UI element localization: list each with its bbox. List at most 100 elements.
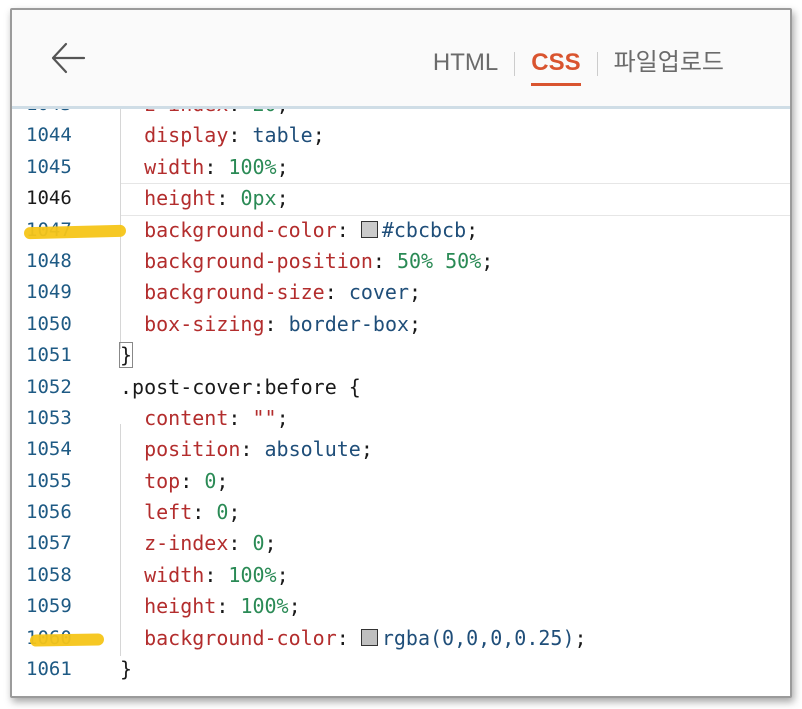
colon: : [240,437,265,462]
css-value: table [252,123,313,148]
colon: : [216,594,241,619]
semicolon: ; [216,468,229,493]
css-property: background-size [144,280,325,305]
semicolon: ; [276,405,289,430]
css-property: height [144,186,217,211]
code-line: 1051} [12,340,790,371]
code-text: top: 0; [120,466,228,497]
code-text: background-size: cover; [120,277,421,308]
closing-brace: } [118,342,134,369]
back-arrow-icon[interactable] [50,40,86,76]
css-property: width [144,154,205,179]
code-text: height: 100%; [120,591,301,622]
line-number: 1056 [26,501,72,524]
semicolon: ; [277,109,289,116]
code-line: 1056 left: 0; [12,497,790,528]
top-bar: HTML CSS 파일업로드 [12,10,790,109]
css-value: 100% [228,154,277,179]
semicolon: ; [409,311,422,336]
semicolon: ; [276,154,289,179]
css-value: cover [348,280,410,305]
css-selector: .post-cover:before [120,374,337,399]
code-text: content: ""; [120,403,289,434]
code-text: position: absolute; [120,434,373,465]
code-text: background-color: rgba(0,0,0,0.25); [120,623,587,654]
line-number: 1059 [26,595,72,618]
code-line: 1054 position: absolute; [12,434,790,465]
highlight-marker [29,633,105,647]
code-text: } [120,654,132,685]
line-number: 1051 [26,344,72,367]
code-line: 1045 width: 100%; [12,152,790,183]
semicolon: ; [276,562,289,587]
css-property: left [144,500,193,525]
semicolon: ; [481,248,494,273]
line-number: 1043 [26,109,86,120]
colon: : [264,311,289,336]
code-line: 1059 height: 100%; [12,591,790,622]
line-number: 1049 [26,281,72,304]
code-line: 1046 height: 0px; [12,183,790,214]
code-text: } [118,340,134,371]
line-number: 1045 [26,155,72,178]
css-property: content [144,405,229,430]
colon: : [372,248,397,273]
colon: : [180,468,205,493]
code-line: 1057 z-index: 0; [12,528,790,559]
semicolon: ; [574,625,587,650]
color-swatch-icon[interactable] [360,628,378,646]
css-property: top [144,468,181,493]
colon: : [336,217,361,242]
code-text: background-position: 50% 50%; [120,246,493,277]
tab-separator [514,52,516,76]
tab-html[interactable]: HTML [433,46,498,82]
semicolon: ; [264,531,277,556]
colon: : [192,500,217,525]
code-text: .post-cover:before { [120,372,361,403]
tab-css[interactable]: CSS [531,46,581,86]
css-property: background-position [144,248,373,273]
css-value: absolute [264,437,361,462]
semicolon: ; [466,217,479,242]
colon: : [228,531,253,556]
line-number: 1048 [26,249,72,272]
editor-tabs: HTML CSS 파일업로드 [433,46,724,86]
code-line: 1055 top: 0; [12,466,790,497]
code-text: width: 100%; [120,560,289,591]
opening-brace: { [336,374,361,399]
semicolon: ; [276,186,289,211]
tab-file-upload[interactable]: 파일업로드 [614,46,724,82]
code-text: height: 0px; [120,183,289,214]
color-swatch-icon[interactable] [360,220,378,238]
semicolon: ; [312,123,325,148]
semicolon: ; [228,500,241,525]
line-number: 1044 [26,124,72,147]
css-property: height [144,594,217,619]
editor-window: HTML CSS 파일업로드 1043 z-index: 20;1044 dis… [10,8,792,698]
css-value: 20 [252,109,276,116]
code-line: 1043 z-index: 20; [12,109,790,120]
code-line: 1060 background-color: rgba(0,0,0,0.25); [12,623,790,654]
code-line: 1048 background-position: 50% 50%; [12,246,790,277]
code-line: 1061} [12,654,790,685]
css-value: 50% 50% [396,248,482,273]
css-value: 0px [240,186,277,211]
css-value: 0 [216,500,229,525]
colon: : [228,109,252,116]
code-editor[interactable]: 1043 z-index: 20;1044 display: table;104… [12,109,790,696]
css-value: 100% [228,562,277,587]
code-text: left: 0; [120,497,240,528]
semicolon: ; [409,280,422,305]
tab-separator [596,52,598,76]
